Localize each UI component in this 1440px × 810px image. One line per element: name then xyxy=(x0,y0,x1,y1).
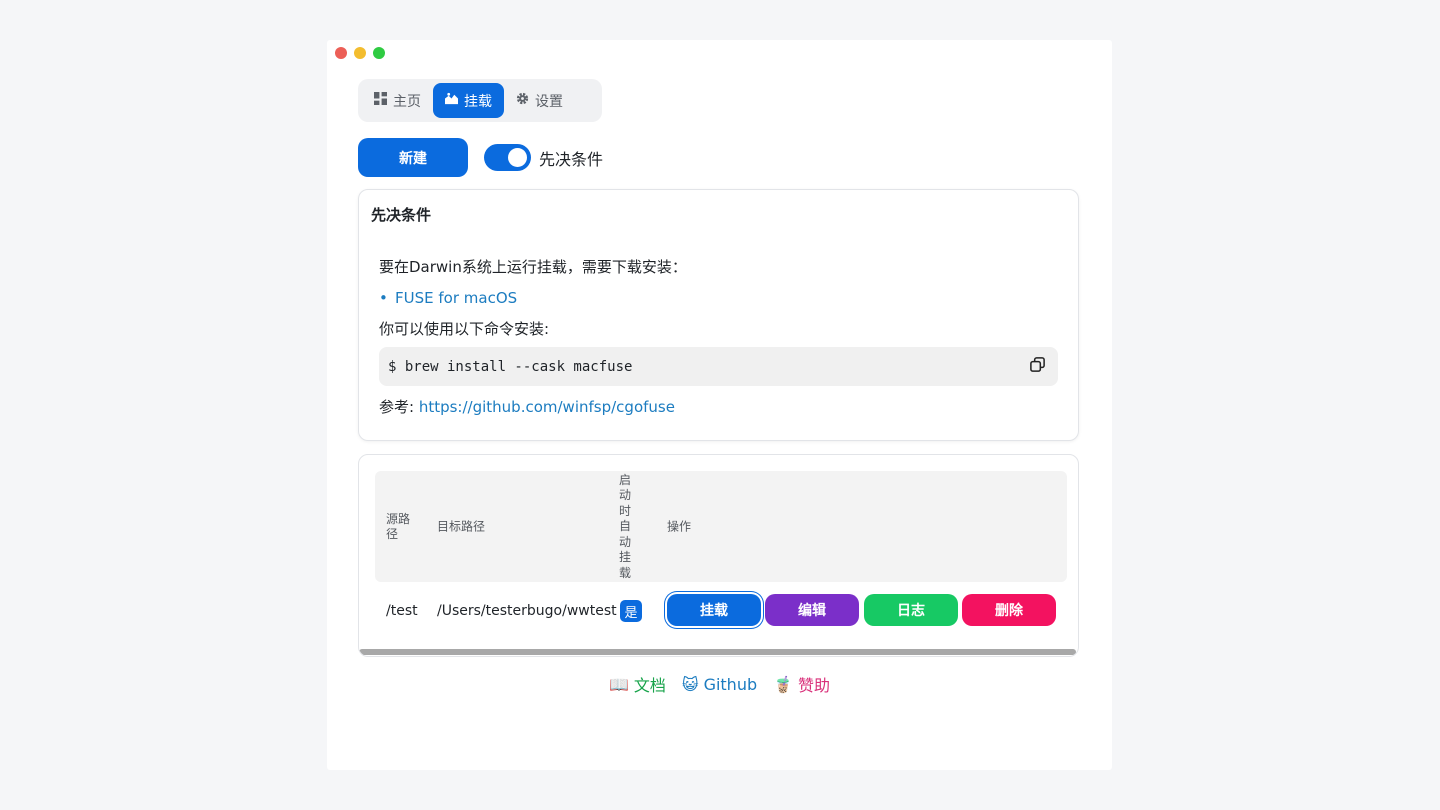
command-intro: 你可以使用以下命令安装: xyxy=(379,320,550,338)
log-button[interactable]: 日志 xyxy=(864,594,958,626)
footer-links: 📖 文档 😺 Github 🧋 赞助 xyxy=(327,672,1112,696)
fuse-link[interactable]: FUSE for macOS xyxy=(395,289,517,307)
window-controls xyxy=(335,47,385,59)
column-header-auto-mount: 启动时自动挂载 xyxy=(618,472,631,580)
docs-link[interactable]: 📖 文档 xyxy=(609,672,666,696)
column-header-target: 目标路径 xyxy=(437,519,486,533)
gear-icon xyxy=(516,92,529,109)
table-row: /test /Users/testerbugo/wwtest 是 挂载 编辑 日… xyxy=(375,594,1067,628)
mount-icon xyxy=(445,92,458,109)
new-button[interactable]: 新建 xyxy=(358,138,468,177)
command-block: $ brew install --cask macfuse xyxy=(379,347,1058,386)
cell-source-path: /test xyxy=(386,603,418,619)
prerequisite-toggle-label: 先决条件 xyxy=(539,149,604,169)
command-text: $ brew install --cask macfuse xyxy=(388,358,633,375)
mount-button[interactable]: 挂载 xyxy=(667,594,761,626)
column-header-actions: 操作 xyxy=(667,519,692,533)
reference-link[interactable]: https://github.com/winfsp/cgofuse xyxy=(419,398,675,416)
cell-target-path: /Users/testerbugo/wwtest xyxy=(437,603,617,619)
tab-settings[interactable]: 设置 xyxy=(504,83,575,118)
prerequisite-title: 先决条件 xyxy=(371,206,432,224)
minimize-window-button[interactable] xyxy=(354,47,366,59)
prerequisite-toggle[interactable] xyxy=(484,144,531,171)
tab-home[interactable]: 主页 xyxy=(362,83,433,118)
edit-button[interactable]: 编辑 xyxy=(765,594,859,626)
table-header: 源路径 目标路径 启动时自动挂载 操作 xyxy=(375,471,1067,582)
prerequisite-intro: 要在Darwin系统上运行挂载，需要下载安装： xyxy=(379,258,687,276)
donate-link-label: 赞助 xyxy=(798,676,831,695)
github-link-label: Github xyxy=(703,674,758,694)
prerequisite-card: 先决条件 要在Darwin系统上运行挂载，需要下载安装： • FUSE for m… xyxy=(358,189,1079,441)
dashboard-icon xyxy=(374,92,387,109)
toolbar: 新建 先决条件 xyxy=(358,138,603,177)
donate-link[interactable]: 🧋 赞助 xyxy=(773,672,830,696)
reference-label: 参考: xyxy=(379,398,419,416)
tab-mount-label: 挂载 xyxy=(464,93,492,110)
github-link[interactable]: 😺 Github xyxy=(682,672,757,696)
drink-icon: 🧋 xyxy=(773,674,794,694)
reference-line: 参考: https://github.com/winfsp/cgofuse xyxy=(379,396,1058,427)
column-header-source: 源路径 xyxy=(386,511,411,541)
copy-icon[interactable] xyxy=(1029,356,1046,377)
main-tabs: 主页 挂载 设置 xyxy=(358,79,602,122)
tab-settings-label: 设置 xyxy=(535,93,563,110)
book-icon: 📖 xyxy=(608,674,629,694)
delete-button[interactable]: 删除 xyxy=(962,594,1056,626)
fuse-list-item: • FUSE for macOS xyxy=(379,289,518,307)
horizontal-scrollbar[interactable] xyxy=(359,649,1076,655)
close-window-button[interactable] xyxy=(335,47,347,59)
app-window: 主页 挂载 设置 新建 先决条件 先决条件 要在Darwin系统上运行挂载，需要… xyxy=(327,40,1112,770)
mount-table-card: 源路径 目标路径 启动时自动挂载 操作 /test /Users/testerb… xyxy=(358,454,1079,657)
maximize-window-button[interactable] xyxy=(373,47,385,59)
docs-link-label: 文档 xyxy=(633,676,666,695)
cat-icon: 😺 xyxy=(681,674,699,694)
prerequisite-toggle-group: 先决条件 xyxy=(484,144,603,171)
auto-mount-badge: 是 xyxy=(620,600,642,622)
tab-home-label: 主页 xyxy=(393,93,421,110)
tab-mount[interactable]: 挂载 xyxy=(433,83,504,118)
